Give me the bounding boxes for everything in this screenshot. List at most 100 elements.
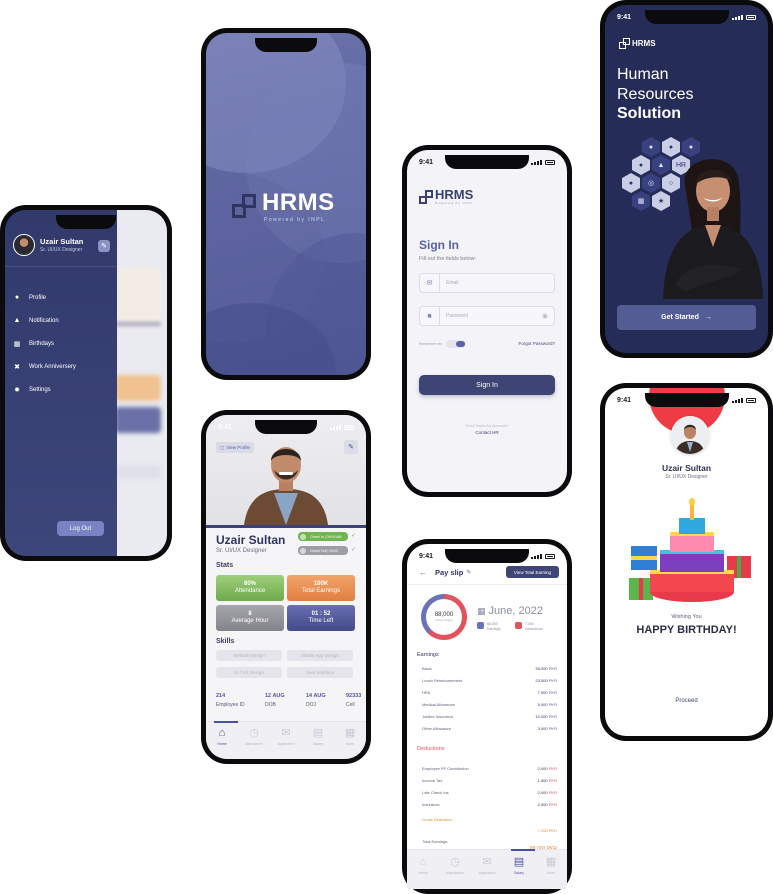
tab-home[interactable]: ⌂ Home — [412, 857, 434, 889]
user-icon: ● — [14, 294, 20, 301]
id-card-icon: ▢ — [220, 444, 225, 450]
brand-name: HRMS — [262, 189, 335, 216]
back-arrow-icon[interactable]: ← — [419, 568, 427, 577]
password-field[interactable]: ■ Password ◉ — [419, 306, 555, 326]
battery-icon — [545, 159, 555, 165]
welcome-screen: 9:41 HRMS Human Resources Solution ● ● ●… — [605, 5, 768, 353]
signal-icon — [330, 424, 341, 430]
eye-icon[interactable]: ◉ — [542, 312, 548, 320]
mail-icon: ✉ — [482, 856, 492, 868]
proceed-button[interactable]: Proceed — [605, 698, 768, 704]
stat-time-left[interactable]: 01 : 52 Time Left — [287, 605, 355, 631]
view-total-earning-button[interactable]: View Total Earning — [505, 566, 559, 578]
lock-icon: ■ — [420, 307, 440, 325]
stat-average-hour[interactable]: 8 Average Hour — [216, 605, 284, 631]
pencil-icon: ✎ — [101, 243, 107, 250]
tab-salary[interactable]: ▤ Salary — [307, 728, 329, 759]
tab-salary[interactable]: ▤ Salary — [508, 857, 530, 889]
tab-attendance[interactable]: ◷ Attendance — [243, 728, 265, 759]
document-icon: ▤ — [513, 856, 525, 868]
remember-toggle[interactable] — [446, 340, 467, 348]
tab-application[interactable]: ✉ Application — [476, 857, 498, 889]
tab-home[interactable]: ⌂ Home — [211, 728, 233, 759]
edit-profile-button[interactable]: ✎ — [98, 240, 110, 252]
birthday-cake-illustration — [629, 498, 751, 602]
calendar-icon: ▦ — [13, 340, 21, 348]
info-dob: 12 AUG DOB — [265, 693, 285, 708]
get-started-button[interactable]: Get Started → — [617, 305, 756, 330]
birthday-screen: 9:41 Uzair Sultan Sr. UI/UX Designer Wis… — [605, 388, 768, 736]
skill-chip: User Interface — [287, 667, 353, 678]
edit-button[interactable]: ✎ — [344, 440, 358, 454]
stat-total-earnings[interactable]: 100K Total Earnings — [287, 575, 355, 601]
gear-icon: ✹ — [14, 386, 20, 394]
total-earnings-label: Total Earnings — [422, 839, 448, 844]
gross-deduction-label: Gross Deduction — [422, 817, 452, 822]
menu-item-settings[interactable]: ✹ Settings — [13, 378, 76, 401]
tab-more[interactable]: ▦ More — [540, 857, 562, 889]
menu-item-profile[interactable]: ● Profile — [13, 286, 76, 309]
battery-icon — [545, 553, 555, 559]
pay-slip-screen: 9:41 ← Pay slip ✎ View Total Earning 88,… — [407, 544, 567, 889]
earning-row: Basic 35,000 PKR — [422, 666, 557, 671]
skill-chip: UI / UX Design — [216, 667, 282, 678]
info-employee-id: 214 Employee ID — [216, 693, 245, 708]
sign-in-button[interactable]: Sign In — [419, 375, 555, 395]
salary-donut-chart: 88,000 Gross Salary — [421, 594, 467, 640]
logout-button[interactable]: Log Out — [57, 521, 104, 536]
clock-icon: ◷ — [450, 856, 460, 868]
legend-earnings: 88,000 Earnings — [477, 622, 501, 631]
earning-row: Other Allowance 3,000 PKR — [422, 726, 557, 731]
splash-screen: HRMS Powered by INPL — [206, 33, 366, 375]
wishing-text: Wishing You — [671, 614, 702, 620]
hrms-logo: HRMS Powered by INPL — [232, 191, 335, 223]
grid-icon: ▦ — [545, 856, 557, 868]
view-profile-button[interactable]: ▢ View Profile — [216, 442, 254, 453]
profile-role: Sr. UI/UX Designer — [216, 548, 267, 554]
user-role: Sr. UI/UX Designer — [40, 247, 83, 253]
hrms-logo: HRMS — [619, 38, 656, 49]
side-menu: Uzair Sultan Sr. UI/UX Designer ● Profile… — [5, 210, 117, 556]
deduction-row: Employee PF Contribution 2,000 PKR — [422, 766, 557, 771]
home-icon: ⌂ — [419, 856, 427, 868]
info-cell: 92333 Cell — [346, 693, 362, 708]
status-time: 9:41 — [617, 396, 632, 404]
skill-chip: Mobile App Design — [287, 650, 353, 661]
bottom-tab-bar: ⌂ Home ◷ Attendance ✉ Application ▤ Salary ▦… — [206, 721, 366, 759]
tab-more[interactable]: ▦ More — [339, 728, 361, 759]
battery-icon — [344, 424, 354, 430]
signal-icon — [732, 397, 743, 403]
menu-item-work-anniversary[interactable]: ✖ Work Anniversery — [13, 355, 76, 378]
avatar — [671, 416, 709, 454]
sign-in-subtitle: Fill out the fields below: — [419, 256, 477, 262]
divider — [5, 266, 117, 267]
check-out-badge[interactable]: Check Out | 06:00 — [298, 546, 348, 555]
contact-hr-link[interactable]: Contact HR — [407, 430, 567, 435]
phone-sign-in: 9:41 HRMS Powered by INPL Sign In Fill o… — [402, 145, 572, 497]
happy-birthday-heading: HAPPY BIRTHDAY! — [636, 624, 737, 636]
menu-item-birthdays[interactable]: ▦ Birthdays — [13, 332, 76, 355]
info-doj: 14 AUG DOJ — [306, 693, 326, 708]
status-time: 9:41 — [419, 552, 434, 560]
edit-icon[interactable]: ✎ — [466, 569, 471, 576]
avatar — [13, 234, 35, 256]
brand-tagline: Powered by INPL — [264, 217, 326, 223]
tab-attendance[interactable]: ◷ Attendance — [444, 857, 466, 889]
clock-icon: ◷ — [249, 727, 259, 739]
logo-mark-icon — [419, 189, 433, 204]
logo-mark-icon — [232, 194, 258, 220]
phone-splash: HRMS Powered by INPL — [201, 28, 371, 380]
pay-slip-date[interactable]: ▦ June, 2022 — [477, 605, 543, 617]
earning-row: Medical Allowance 5,000 PKR — [422, 702, 557, 707]
menu-item-notification[interactable]: ▲ Notification — [13, 309, 76, 332]
stat-attendance[interactable]: 80% Attendance — [216, 575, 284, 601]
stats-heading: Stats — [216, 562, 234, 569]
phone-side-menu: Uzair Sultan Sr. UI/UX Designer ● Profile… — [0, 205, 172, 561]
tab-application[interactable]: ✉ Application — [275, 728, 297, 759]
hrms-logo: HRMS Powered by INPL — [419, 188, 473, 205]
forgot-password-link[interactable]: Forgot Password? — [518, 341, 555, 346]
check-in-badge[interactable]: Check In | 09:00 AM — [298, 532, 348, 541]
earning-row: HRA 7,000 PKR — [422, 690, 557, 695]
email-field[interactable]: ✉ Email — [419, 273, 555, 293]
user-role: Sr. UI/UX Designer — [665, 474, 708, 480]
